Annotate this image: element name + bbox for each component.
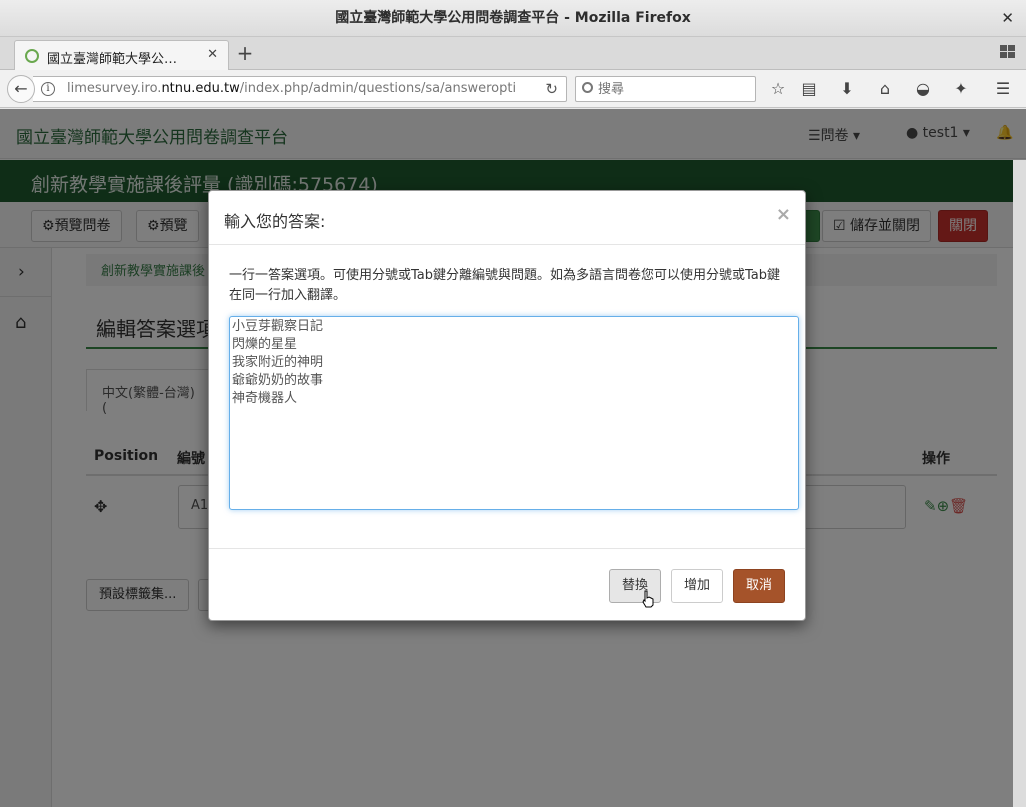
navigation-toolbar: i limesurvey.iro.ntnu.edu.tw/index.php/a… — [0, 70, 1026, 108]
sync-icon[interactable]: ✦ — [951, 79, 971, 99]
add-button[interactable]: 增加 — [671, 569, 724, 603]
browser-tab-title: 國立臺灣師範大學公… — [47, 52, 178, 67]
page-scrollbar[interactable] — [1013, 160, 1026, 807]
back-arrow-icon[interactable]: ← — [7, 75, 35, 103]
hand-pointer-icon — [642, 590, 654, 608]
modal-title: 輸入您的答案: — [224, 212, 326, 231]
modal-help-text: 一行一答案選項。可使用分號或Tab鍵分離編號與問題。如為多語言問卷您可以使用分號… — [229, 268, 781, 303]
site-info-icon[interactable]: i — [41, 82, 55, 96]
url-bar[interactable]: i limesurvey.iro.ntnu.edu.tw/index.php/a… — [33, 76, 567, 102]
modal-header: 輸入您的答案: × — [209, 191, 805, 245]
home-icon[interactable]: ⌂ — [875, 79, 895, 99]
window-titlebar: 國立臺灣師範大學公用問卷調查平台 - Mozilla Firefox ✕ — [0, 0, 1026, 37]
limesurvey-favicon-icon — [25, 49, 39, 63]
reading-list-icon[interactable]: ▤ — [799, 79, 819, 99]
search-icon — [582, 82, 593, 93]
menu-icon[interactable]: ☰ — [993, 79, 1013, 99]
browser-tab[interactable]: 國立臺灣師範大學公… ✕ — [14, 40, 229, 71]
quick-add-modal: 輸入您的答案: × 一行一答案選項。可使用分號或Tab鍵分離編號與問題。如為多語… — [208, 190, 806, 621]
new-tab-icon[interactable]: + — [234, 42, 256, 66]
reload-icon[interactable]: ↻ — [545, 80, 558, 98]
search-input[interactable] — [598, 80, 748, 98]
modal-footer: 替換 增加 取消 — [209, 548, 805, 620]
tab-list-icon[interactable] — [1000, 45, 1016, 59]
window-title: 國立臺灣師範大學公用問卷調查平台 - Mozilla Firefox — [335, 10, 691, 26]
tab-close-icon[interactable]: ✕ — [207, 47, 218, 62]
window-close-icon[interactable]: ✕ — [1001, 0, 1014, 37]
search-bar[interactable] — [575, 76, 756, 102]
download-icon[interactable]: ⬇ — [837, 79, 857, 99]
pocket-icon[interactable]: ◒ — [913, 79, 933, 99]
url-text[interactable]: limesurvey.iro.ntnu.edu.tw/index.php/adm… — [67, 81, 537, 96]
close-icon[interactable]: × — [776, 204, 791, 225]
tab-strip: 國立臺灣師範大學公… ✕ + — [0, 37, 1026, 71]
bookmark-star-icon[interactable]: ☆ — [768, 79, 788, 99]
answers-textarea[interactable]: 小豆芽觀察日記 閃爍的星星 我家附近的神明 爺爺奶奶的故事 神奇機器人 — [229, 316, 799, 510]
cancel-button[interactable]: 取消 — [733, 569, 786, 603]
